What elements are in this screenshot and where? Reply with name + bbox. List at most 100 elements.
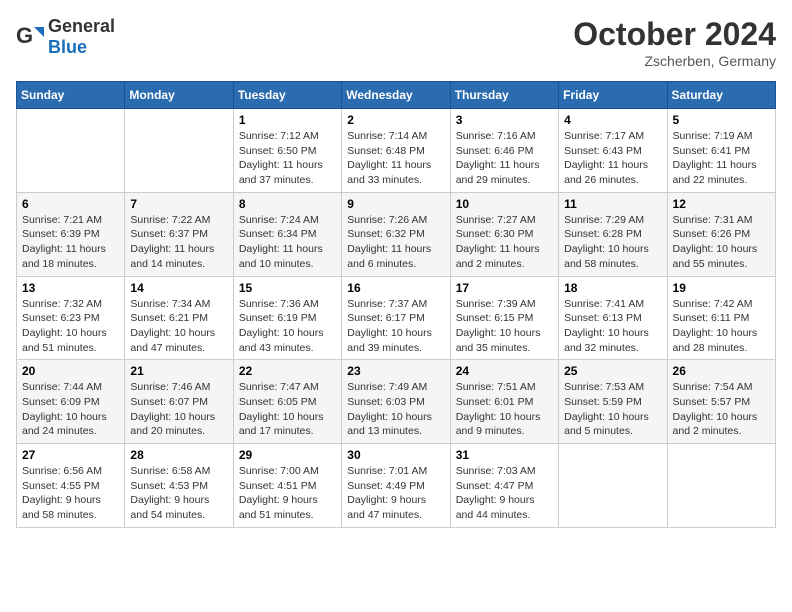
day-content: Sunrise: 7:32 AM Sunset: 6:23 PM Dayligh…: [22, 297, 119, 356]
day-number: 2: [347, 113, 444, 127]
day-content: Sunrise: 7:46 AM Sunset: 6:07 PM Dayligh…: [130, 380, 227, 439]
day-content: Sunrise: 7:37 AM Sunset: 6:17 PM Dayligh…: [347, 297, 444, 356]
calendar-cell: 14Sunrise: 7:34 AM Sunset: 6:21 PM Dayli…: [125, 276, 233, 360]
calendar-cell: 4 Sunrise: 7:17 AM Sunset: 6:43 PM Daylig…: [559, 109, 667, 193]
dow-header-saturday: Saturday: [667, 82, 775, 109]
day-number: 27: [22, 448, 119, 462]
day-content: Sunrise: 7:31 AM Sunset: 6:26 PM Dayligh…: [673, 213, 770, 272]
logo-icon: G: [16, 23, 44, 51]
calendar-cell: [125, 109, 233, 193]
day-content: Sunrise: 7:21 AM Sunset: 6:39 PM Dayligh…: [22, 213, 119, 272]
day-content: Sunrise: 7:34 AM Sunset: 6:21 PM Dayligh…: [130, 297, 227, 356]
day-number: 6: [22, 197, 119, 211]
day-content: Sunrise: 7:17 AM Sunset: 6:43 PM Dayligh…: [564, 129, 661, 188]
day-number: 20: [22, 364, 119, 378]
calendar-cell: 21 Sunrise: 7:46 AM Sunset: 6:07 PM Dayli…: [125, 360, 233, 444]
calendar-cell: 30 Sunrise: 7:01 AM Sunset: 4:49 PM Dayli…: [342, 444, 450, 528]
logo-blue: Blue: [48, 37, 87, 57]
day-number: 1: [239, 113, 336, 127]
logo-text: General Blue: [48, 16, 115, 58]
dow-header-friday: Friday: [559, 82, 667, 109]
calendar-cell: 13 Sunrise: 7:32 AM Sunset: 6:23 PM Dayli…: [17, 276, 125, 360]
day-content: Sunrise: 7:41 AM Sunset: 6:13 PM Dayligh…: [564, 297, 661, 356]
calendar-cell: 18 Sunrise: 7:41 AM Sunset: 6:13 PM Dayli…: [559, 276, 667, 360]
day-content: Sunrise: 7:36 AM Sunset: 6:19 PM Dayligh…: [239, 297, 336, 356]
day-number: 21: [130, 364, 227, 378]
day-content: Sunrise: 7:49 AM Sunset: 6:03 PM Dayligh…: [347, 380, 444, 439]
day-number: 18: [564, 281, 661, 295]
calendar-cell: 28Sunrise: 6:58 AM Sunset: 4:53 PM Dayli…: [125, 444, 233, 528]
day-content: Sunrise: 7:22 AM Sunset: 6:37 PM Dayligh…: [130, 213, 227, 272]
day-number: 3: [456, 113, 553, 127]
location: Zscherben, Germany: [573, 53, 776, 69]
dow-header-monday: Monday: [125, 82, 233, 109]
calendar-cell: 31 Sunrise: 7:03 AM Sunset: 4:47 PM Dayli…: [450, 444, 558, 528]
day-number: 17: [456, 281, 553, 295]
calendar-cell: 12 Sunrise: 7:31 AM Sunset: 6:26 PM Dayli…: [667, 192, 775, 276]
day-content: Sunrise: 7:29 AM Sunset: 6:28 PM Dayligh…: [564, 213, 661, 272]
calendar-table: SundayMondayTuesdayWednesdayThursdayFrid…: [16, 81, 776, 528]
day-number: 5: [673, 113, 770, 127]
day-content: Sunrise: 7:26 AM Sunset: 6:32 PM Dayligh…: [347, 213, 444, 272]
day-number: 4: [564, 113, 661, 127]
day-content: Sunrise: 7:44 AM Sunset: 6:09 PM Dayligh…: [22, 380, 119, 439]
day-number: 29: [239, 448, 336, 462]
calendar-cell: 17 Sunrise: 7:39 AM Sunset: 6:15 PM Dayli…: [450, 276, 558, 360]
calendar-cell: 15 Sunrise: 7:36 AM Sunset: 6:19 PM Dayli…: [233, 276, 341, 360]
calendar-cell: [559, 444, 667, 528]
calendar-cell: 5Sunrise: 7:19 AM Sunset: 6:41 PM Daylig…: [667, 109, 775, 193]
page-header: G General Blue October 2024 Zscherben, G…: [16, 16, 776, 69]
day-number: 11: [564, 197, 661, 211]
day-number: 22: [239, 364, 336, 378]
calendar-cell: 16 Sunrise: 7:37 AM Sunset: 6:17 PM Dayli…: [342, 276, 450, 360]
day-content: Sunrise: 7:14 AM Sunset: 6:48 PM Dayligh…: [347, 129, 444, 188]
calendar-cell: 22Sunrise: 7:47 AM Sunset: 6:05 PM Dayli…: [233, 360, 341, 444]
day-content: Sunrise: 7:01 AM Sunset: 4:49 PM Dayligh…: [347, 464, 444, 523]
day-content: Sunrise: 7:51 AM Sunset: 6:01 PM Dayligh…: [456, 380, 553, 439]
svg-text:G: G: [16, 23, 33, 48]
calendar-cell: 6 Sunrise: 7:21 AM Sunset: 6:39 PM Daylig…: [17, 192, 125, 276]
day-number: 10: [456, 197, 553, 211]
day-number: 16: [347, 281, 444, 295]
logo: G General Blue: [16, 16, 115, 58]
day-number: 12: [673, 197, 770, 211]
day-number: 13: [22, 281, 119, 295]
day-number: 31: [456, 448, 553, 462]
day-number: 15: [239, 281, 336, 295]
dow-header-sunday: Sunday: [17, 82, 125, 109]
day-content: Sunrise: 7:16 AM Sunset: 6:46 PM Dayligh…: [456, 129, 553, 188]
calendar-cell: 23Sunrise: 7:49 AM Sunset: 6:03 PM Dayli…: [342, 360, 450, 444]
dow-header-wednesday: Wednesday: [342, 82, 450, 109]
title-block: October 2024 Zscherben, Germany: [573, 16, 776, 69]
day-content: Sunrise: 7:39 AM Sunset: 6:15 PM Dayligh…: [456, 297, 553, 356]
calendar-cell: 3 Sunrise: 7:16 AM Sunset: 6:46 PM Daylig…: [450, 109, 558, 193]
calendar-cell: 2 Sunrise: 7:14 AM Sunset: 6:48 PM Daylig…: [342, 109, 450, 193]
calendar-cell: 25Sunrise: 7:53 AM Sunset: 5:59 PM Dayli…: [559, 360, 667, 444]
day-content: Sunrise: 7:54 AM Sunset: 5:57 PM Dayligh…: [673, 380, 770, 439]
day-content: Sunrise: 7:12 AM Sunset: 6:50 PM Dayligh…: [239, 129, 336, 188]
day-content: Sunrise: 7:00 AM Sunset: 4:51 PM Dayligh…: [239, 464, 336, 523]
logo-general: General: [48, 16, 115, 36]
day-number: 9: [347, 197, 444, 211]
calendar-cell: 7 Sunrise: 7:22 AM Sunset: 6:37 PM Daylig…: [125, 192, 233, 276]
day-number: 19: [673, 281, 770, 295]
calendar-cell: 10 Sunrise: 7:27 AM Sunset: 6:30 PM Dayli…: [450, 192, 558, 276]
day-number: 30: [347, 448, 444, 462]
calendar-cell: 29 Sunrise: 7:00 AM Sunset: 4:51 PM Dayli…: [233, 444, 341, 528]
day-number: 26: [673, 364, 770, 378]
dow-header-tuesday: Tuesday: [233, 82, 341, 109]
calendar-cell: 24Sunrise: 7:51 AM Sunset: 6:01 PM Dayli…: [450, 360, 558, 444]
calendar-cell: 11 Sunrise: 7:29 AM Sunset: 6:28 PM Dayli…: [559, 192, 667, 276]
calendar-cell: [17, 109, 125, 193]
day-content: Sunrise: 7:42 AM Sunset: 6:11 PM Dayligh…: [673, 297, 770, 356]
calendar-cell: 19 Sunrise: 7:42 AM Sunset: 6:11 PM Dayli…: [667, 276, 775, 360]
day-content: Sunrise: 7:03 AM Sunset: 4:47 PM Dayligh…: [456, 464, 553, 523]
calendar-cell: 20 Sunrise: 7:44 AM Sunset: 6:09 PM Dayli…: [17, 360, 125, 444]
day-content: Sunrise: 7:27 AM Sunset: 6:30 PM Dayligh…: [456, 213, 553, 272]
month-title: October 2024: [573, 16, 776, 53]
dow-header-thursday: Thursday: [450, 82, 558, 109]
calendar-cell: 26 Sunrise: 7:54 AM Sunset: 5:57 PM Dayli…: [667, 360, 775, 444]
day-content: Sunrise: 6:58 AM Sunset: 4:53 PM Dayligh…: [130, 464, 227, 523]
day-content: Sunrise: 7:53 AM Sunset: 5:59 PM Dayligh…: [564, 380, 661, 439]
day-number: 7: [130, 197, 227, 211]
